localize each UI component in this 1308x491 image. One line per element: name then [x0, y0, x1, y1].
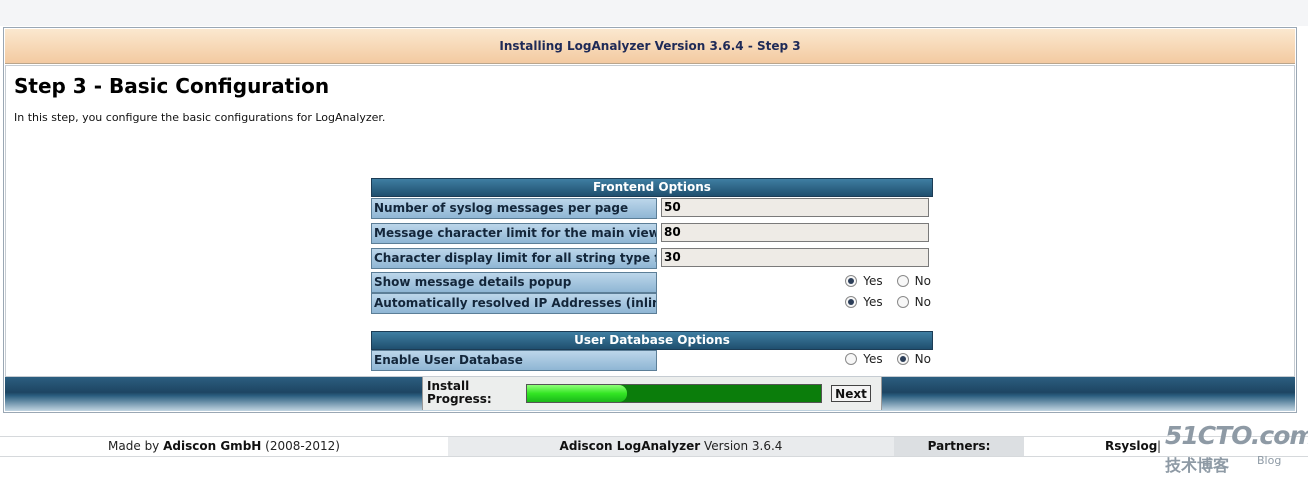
resolve-ip-no-label: No — [914, 295, 931, 309]
product-link[interactable]: Adiscon LogAnalyzer — [560, 439, 701, 453]
string-display-limit-label: Character display limit for all string t… — [371, 248, 657, 269]
watermark-line3: Blog — [1257, 454, 1282, 467]
progress-fill — [527, 385, 627, 402]
enable-user-db-row: Enable User Database Yes No — [371, 349, 933, 372]
product-version: Version 3.6.4 — [703, 439, 783, 453]
copyright-years: (2008-2012) — [265, 439, 340, 453]
enable-user-db-yes-label: Yes — [863, 352, 883, 366]
user-database-heading: User Database Options — [371, 331, 933, 350]
install-progress-label-line2: Progress: — [427, 392, 492, 406]
enable-user-db-no-label: No — [914, 352, 931, 366]
syslog-messages-label: Number of syslog messages per page — [371, 198, 657, 219]
partners-label-cell: Partners: — [894, 437, 1024, 456]
partner-separator: | — [1157, 439, 1162, 453]
progress-track — [526, 384, 822, 403]
message-char-limit-label: Message character limit for the main vie… — [371, 223, 657, 244]
details-popup-yes-radio[interactable] — [845, 275, 858, 287]
string-display-limit-row: Character display limit for all string t… — [371, 247, 933, 270]
resolve-ip-radios: Yes No — [833, 295, 933, 309]
details-popup-no-radio[interactable] — [896, 275, 909, 287]
partners-label: Partners: — [927, 439, 991, 453]
enable-user-db-label: Enable User Database — [371, 350, 657, 371]
syslog-messages-row: Number of syslog messages per page 50 — [371, 197, 933, 220]
install-title: Installing LogAnalyzer Version 3.6.4 - S… — [5, 29, 1295, 64]
syslog-messages-input[interactable]: 50 — [661, 198, 929, 217]
install-progress-label-line1: Install — [427, 379, 470, 393]
step-intro: In this step, you configure the basic co… — [14, 111, 386, 124]
resolve-ip-yes-radio[interactable] — [845, 296, 858, 308]
company-link[interactable]: Adiscon GmbH — [163, 439, 261, 453]
made-by: Made by Adiscon GmbH (2008-2012) — [0, 437, 448, 456]
product-info: Adiscon LogAnalyzer Version 3.6.4 — [448, 437, 894, 456]
watermark-logo: 51CTO.com 技术博客 Blog — [1165, 421, 1308, 475]
watermark-line2: 技术博客 — [1165, 456, 1230, 475]
step-title: Step 3 - Basic Configuration — [14, 74, 330, 98]
made-by-prefix: Made by — [108, 439, 160, 453]
page-top-strip — [0, 0, 1308, 26]
watermark-line1: 51CTO.com — [1165, 421, 1308, 450]
frontend-options-heading: Frontend Options — [371, 178, 933, 197]
install-progress-bar: Install Progress: Next — [5, 377, 1295, 411]
enable-user-db-yes-radio[interactable] — [845, 353, 858, 365]
resolve-ip-label: Automatically resolved IP Addresses (inl… — [371, 293, 657, 314]
details-popup-label: Show message details popup — [371, 272, 657, 293]
install-progress-label: Install Progress: — [427, 380, 492, 406]
rsyslog-link[interactable]: Rsyslog — [1105, 437, 1157, 456]
progress-cell: Install Progress: Next — [422, 377, 882, 410]
message-char-limit-row: Message character limit for the main vie… — [371, 222, 933, 245]
resolve-ip-no-radio[interactable] — [896, 296, 909, 308]
installer-panel: Installing LogAnalyzer Version 3.6.4 - S… — [3, 27, 1297, 413]
next-button[interactable]: Next — [831, 385, 871, 402]
message-char-limit-input[interactable]: 80 — [661, 223, 929, 242]
resolve-ip-yes-label: Yes — [863, 295, 883, 309]
page-footer: Made by Adiscon GmbH (2008-2012) Adiscon… — [0, 436, 1308, 457]
details-popup-yes-label: Yes — [863, 274, 883, 288]
enable-user-db-radios: Yes No — [833, 352, 933, 366]
string-display-limit-input[interactable]: 30 — [661, 248, 929, 267]
details-popup-row: Show message details popup Yes No — [371, 271, 933, 294]
enable-user-db-no-radio[interactable] — [896, 353, 909, 365]
details-popup-radios: Yes No — [833, 274, 933, 288]
details-popup-no-label: No — [914, 274, 931, 288]
resolve-ip-row: Automatically resolved IP Addresses (inl… — [371, 292, 933, 315]
